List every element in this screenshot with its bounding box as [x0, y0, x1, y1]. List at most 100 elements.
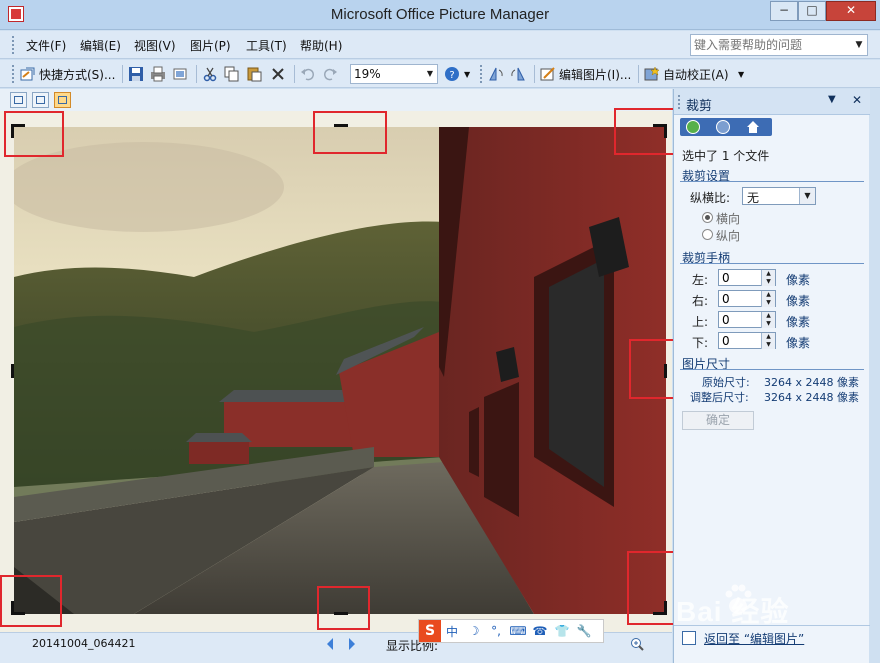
zoom-combobox[interactable]: ▼: [350, 64, 438, 84]
edit-picture-label: 编辑图片(I)...: [559, 67, 632, 82]
menu-view[interactable]: 视图(V): [134, 37, 176, 54]
handle-top-unit: 像素: [786, 315, 811, 329]
toolbar-overflow-button[interactable]: ▼: [464, 64, 470, 84]
previous-picture-button[interactable]: [324, 637, 336, 651]
paste-button[interactable]: [246, 64, 262, 84]
ime-halfwidth-icon[interactable]: ☽: [463, 624, 485, 638]
return-to-edit-picture-link[interactable]: 返回至 “编辑图片”: [704, 630, 804, 647]
shortcuts-button[interactable]: 快捷方式(S)...: [20, 64, 115, 84]
spin-down-icon[interactable]: ▼: [761, 278, 775, 286]
handle-left-stepper[interactable]: ▲ ▼: [718, 269, 776, 286]
ime-skin-icon[interactable]: 👕: [551, 624, 573, 638]
view-mode-bar: [0, 89, 672, 111]
spin-up-icon[interactable]: ▲: [761, 291, 775, 299]
menu-file[interactable]: 文件(F): [26, 37, 66, 54]
handle-left-input[interactable]: [722, 271, 760, 284]
pane-grip-handle[interactable]: [678, 95, 681, 109]
ime-punctuation-icon[interactable]: °,: [485, 624, 507, 638]
ime-user-icon[interactable]: ☎: [529, 624, 551, 638]
spin-up-icon[interactable]: ▲: [761, 270, 775, 278]
ime-toolbar[interactable]: S 中 ☽ °, ⌨ ☎ 👕 🔧: [418, 619, 604, 643]
spin-up-icon[interactable]: ▲: [761, 333, 775, 341]
handle-right-input[interactable]: [722, 292, 760, 305]
undo-icon: [300, 66, 316, 82]
auto-correct-icon: [644, 66, 660, 82]
task-pane-nav: [680, 118, 772, 136]
toolbar-overflow-button-2[interactable]: ▼: [738, 64, 744, 84]
undo-button[interactable]: [300, 64, 316, 84]
email-button[interactable]: [172, 64, 188, 84]
task-pane-footer: 返回至 “编辑图片”: [674, 625, 870, 663]
zoom-dropdown-arrow-icon[interactable]: ▼: [423, 65, 437, 83]
rotate-right-button[interactable]: [510, 64, 526, 84]
forward-arrow-icon[interactable]: [716, 120, 730, 134]
magnifier-plus-icon: [631, 638, 644, 651]
ime-chinese-mode[interactable]: 中: [441, 623, 463, 640]
auto-correct-label: 自动校正(A): [663, 67, 729, 82]
aspect-ratio-select[interactable]: 无 ▼: [742, 187, 816, 205]
back-arrow-icon[interactable]: [686, 120, 700, 134]
ok-button[interactable]: 确定: [682, 411, 754, 430]
handle-right-unit: 像素: [786, 294, 811, 308]
home-icon[interactable]: [746, 120, 760, 134]
orientation-landscape-radio[interactable]: [702, 212, 713, 223]
handle-bottom-input[interactable]: [722, 334, 760, 347]
handle-right-stepper[interactable]: ▲ ▼: [718, 290, 776, 307]
annotation-marker-bottom-middle: [317, 586, 370, 630]
help-question-input[interactable]: [694, 37, 848, 53]
photo: [14, 127, 666, 614]
crop-handle-left-middle[interactable]: [11, 364, 14, 378]
minimize-button[interactable]: −: [770, 1, 798, 21]
handle-right-label: 右:: [692, 294, 709, 308]
single-picture-view-button[interactable]: [54, 92, 71, 108]
handle-bottom-unit: 像素: [786, 336, 811, 350]
zoom-input[interactable]: [354, 66, 420, 82]
handle-top-input[interactable]: [722, 313, 760, 326]
thumbnail-view-button[interactable]: [10, 92, 27, 108]
copy-button[interactable]: [224, 64, 240, 84]
menu-picture[interactable]: 图片(P): [190, 37, 231, 54]
edit-picture-icon: [682, 631, 696, 645]
menu-help[interactable]: 帮助(H): [300, 37, 342, 54]
task-pane-menu-button[interactable]: ▼: [828, 94, 836, 105]
chevron-down-icon[interactable]: ▼: [799, 188, 815, 204]
orientation-portrait-radio[interactable]: [702, 229, 713, 240]
help-question-box[interactable]: ▼: [690, 34, 868, 56]
spin-down-icon[interactable]: ▼: [761, 341, 775, 349]
print-button[interactable]: [150, 64, 166, 84]
save-button[interactable]: [128, 64, 144, 84]
delete-button[interactable]: [270, 64, 286, 84]
toolbar-grip-handle[interactable]: [12, 65, 15, 83]
ime-tools-icon[interactable]: 🔧: [573, 624, 595, 638]
spin-down-icon[interactable]: ▼: [761, 299, 775, 307]
redo-button[interactable]: [322, 64, 338, 84]
filmstrip-view-icon: [36, 96, 45, 104]
handle-bottom-stepper[interactable]: ▲ ▼: [718, 332, 776, 349]
help-button[interactable]: ?: [444, 64, 460, 84]
menu-tools[interactable]: 工具(T): [246, 37, 287, 54]
task-pane-close-icon[interactable]: ✕: [852, 93, 862, 107]
toolbar-grip-handle[interactable]: [480, 65, 483, 83]
ime-keyboard-icon[interactable]: ⌨: [507, 624, 529, 638]
auto-correct-button[interactable]: 自动校正(A): [644, 64, 729, 84]
menu-edit[interactable]: 编辑(E): [80, 37, 121, 54]
help-dropdown-arrow-icon[interactable]: ▼: [851, 35, 867, 55]
spin-down-icon[interactable]: ▼: [761, 320, 775, 328]
zoom-in-button[interactable]: [630, 637, 644, 651]
shortcuts-icon: [20, 66, 36, 82]
spin-up-icon[interactable]: ▲: [761, 312, 775, 320]
handle-top-stepper[interactable]: ▲ ▼: [718, 311, 776, 328]
paste-icon: [246, 66, 262, 82]
rotate-left-button[interactable]: [488, 64, 504, 84]
close-button[interactable]: ✕: [826, 1, 876, 21]
section-divider: [680, 263, 864, 264]
cut-button[interactable]: [202, 64, 218, 84]
sogou-logo-icon[interactable]: S: [419, 620, 441, 642]
filmstrip-view-button[interactable]: [32, 92, 49, 108]
maximize-button[interactable]: □: [798, 1, 826, 21]
edit-picture-button[interactable]: 编辑图片(I)...: [540, 64, 631, 84]
aspect-ratio-value: 无: [747, 191, 760, 205]
menu-grip-handle[interactable]: [12, 36, 15, 54]
next-picture-button[interactable]: [346, 637, 358, 651]
menu-bar: 文件(F) 编辑(E) 视图(V) 图片(P) 工具(T) 帮助(H) ▼: [0, 31, 880, 59]
